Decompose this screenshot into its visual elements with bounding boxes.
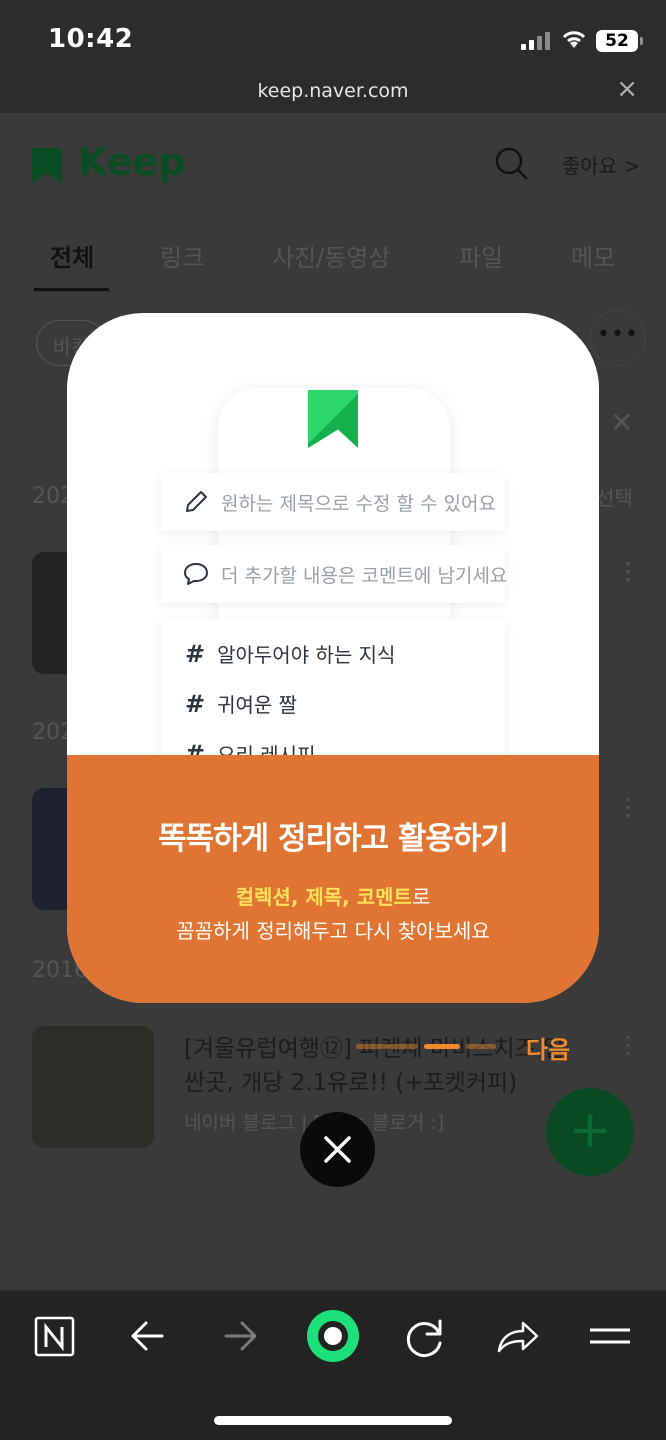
title-edit-text: 원하는 제목으로 수정 할 수 있어요 <box>221 493 496 515</box>
article-title[interactable]: [겨울유럽여행⑫] 피렌체 마비스치즈 일싼곳, 개당 2.1유로!! (+포켓… <box>184 1032 584 1100</box>
onboarding-subtitle: 컬렉션, 제목, 코멘트로 <box>235 885 431 909</box>
category-tabs: 전체 링크 사진/동영상 파일 메모 <box>0 232 666 292</box>
dismiss-icon[interactable]: ✕ <box>610 406 633 439</box>
wifi-icon <box>562 31 586 48</box>
title-edit-row: 원하는 제목으로 수정 할 수 있어요 <box>161 473 505 531</box>
tag-item: # 알아두어야 하는 지식 <box>185 640 396 668</box>
keep-logo-text: Keep <box>78 140 186 184</box>
battery-indicator: 52 <box>596 30 643 52</box>
comment-text: 더 추가할 내용은 코멘트에 남기세요 <box>221 565 508 587</box>
green-dot-icon[interactable] <box>303 1301 363 1371</box>
tag-item: # 귀여운 짤 <box>185 690 298 718</box>
url-bar[interactable]: keep.naver.com × <box>0 70 666 114</box>
cellular-signal-icon <box>521 30 551 50</box>
tab-link[interactable]: 링크 <box>160 238 204 273</box>
search-icon[interactable] <box>494 146 530 182</box>
close-icon <box>324 1136 351 1163</box>
add-button[interactable]: + <box>546 1088 634 1176</box>
close-modal-button[interactable] <box>300 1112 375 1187</box>
item-menu-icon[interactable]: · · · <box>624 788 632 828</box>
more-options-icon[interactable]: ••• <box>590 310 646 366</box>
page-indicator <box>466 1044 496 1049</box>
item-menu-icon[interactable]: · · · <box>624 552 632 592</box>
page-indicator <box>356 1044 418 1049</box>
hash-icon: # <box>185 640 206 668</box>
tab-memo[interactable]: 메모 <box>571 238 615 273</box>
home-indicator[interactable] <box>214 1416 452 1425</box>
next-button[interactable]: 다음 <box>526 1030 570 1065</box>
status-bar: 10:42 52 <box>0 0 666 70</box>
onboarding-subtitle-line2: 꼼꼼하게 정리해두고 다시 찾아보세요 <box>176 919 490 943</box>
select-button[interactable]: 선택 <box>596 482 633 511</box>
onboarding-modal: 원하는 제목으로 수정 할 수 있어요 더 추가할 내용은 코멘트에 남기세요 … <box>67 313 599 1003</box>
onboarding-caption: 똑똑하게 정리하고 활용하기 컬렉션, 제목, 코멘트로 꼼꼼하게 정리해두고 … <box>67 755 599 1003</box>
hash-icon: # <box>185 690 206 718</box>
status-time: 10:42 <box>48 24 134 54</box>
close-tab-icon[interactable]: × <box>616 74 638 104</box>
comment-row: 더 추가할 내용은 코멘트에 남기세요 <box>161 545 508 603</box>
url-text[interactable]: keep.naver.com <box>0 80 666 102</box>
menu-icon[interactable] <box>580 1313 640 1363</box>
pencil-icon <box>186 491 207 512</box>
naver-home-icon[interactable] <box>24 1313 84 1363</box>
onboarding-headline: 똑똑하게 정리하고 활용하기 <box>158 821 509 857</box>
tab-photo-video[interactable]: 사진/동영상 <box>272 238 391 273</box>
tab-all[interactable]: 전체 <box>50 238 94 273</box>
item-thumbnail[interactable] <box>32 1026 154 1148</box>
active-tab-indicator <box>34 288 109 291</box>
likes-link[interactable]: 좋아요 > <box>562 150 640 179</box>
back-icon[interactable] <box>118 1313 178 1363</box>
forward-icon[interactable] <box>210 1313 270 1363</box>
share-icon[interactable] <box>487 1313 547 1363</box>
refresh-icon[interactable] <box>394 1313 454 1363</box>
tab-file[interactable]: 파일 <box>459 238 503 273</box>
keep-logo-icon <box>32 148 62 184</box>
speech-bubble-icon <box>184 563 208 585</box>
item-menu-icon[interactable]: · · · <box>624 1026 632 1066</box>
page-indicator-active <box>424 1044 460 1049</box>
